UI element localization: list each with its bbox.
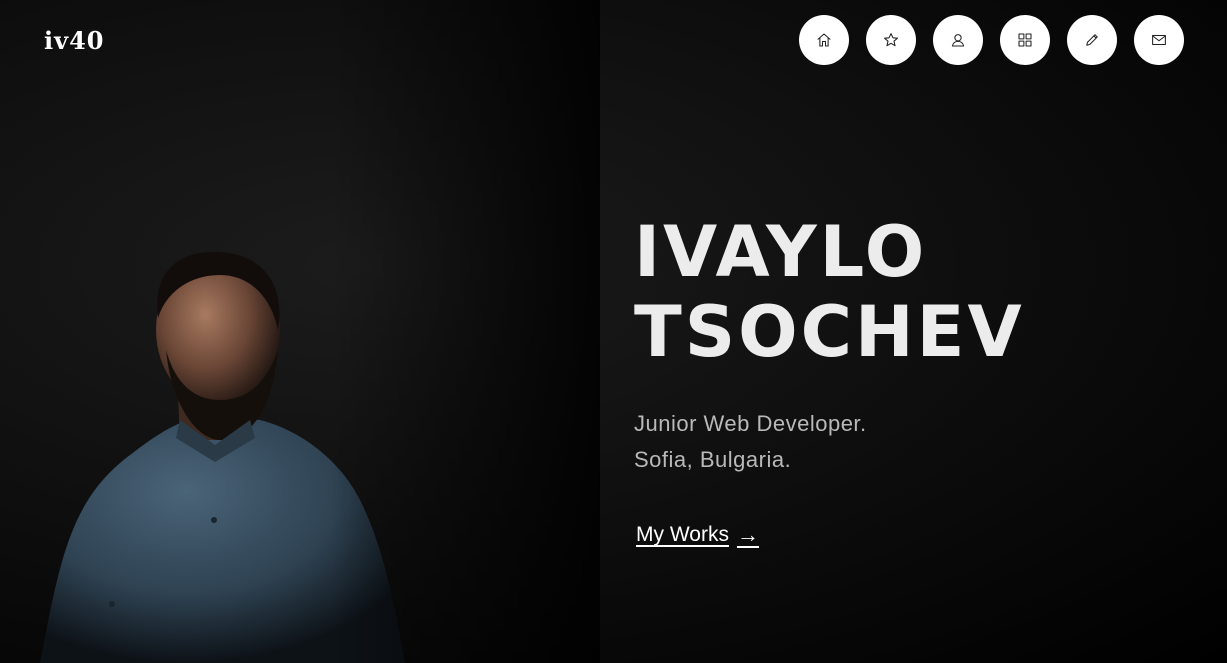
portrait-image [0, 0, 600, 663]
hero-name: IVAYLO TSOCHEV [634, 212, 1194, 372]
hero-location: Sofia, Bulgaria. [634, 447, 792, 472]
user-icon [951, 34, 965, 47]
pencil-icon [1086, 34, 1098, 46]
mail-icon [1152, 34, 1166, 46]
hero-last-name: TSOCHEV [634, 291, 1025, 373]
nav-grid-button[interactable] [1000, 15, 1050, 65]
hero-content: IVAYLO TSOCHEV Junior Web Developer. Sof… [634, 212, 1194, 548]
home-icon [817, 33, 831, 47]
my-works-label: My Works [636, 523, 729, 546]
my-works-link[interactable]: My Works → [636, 522, 759, 548]
nav-star-button[interactable] [866, 15, 916, 65]
hero-first-name: IVAYLO [634, 211, 928, 293]
nav-mail-button[interactable] [1134, 15, 1184, 65]
nav-user-button[interactable] [933, 15, 983, 65]
hero-tagline: Junior Web Developer. Sofia, Bulgaria. [634, 406, 1194, 478]
arrow-right-icon: → [736, 522, 759, 547]
hero-page: iv40 IVAYLO TSOCHEV Junior Web Developer… [0, 0, 1227, 663]
nav-home-button[interactable] [799, 15, 849, 65]
site-logo[interactable]: iv40 [44, 26, 104, 55]
grid-icon [1018, 33, 1032, 47]
top-navigation [799, 15, 1184, 65]
nav-pencil-button[interactable] [1067, 15, 1117, 65]
hero-role: Junior Web Developer. [634, 411, 867, 436]
star-icon [884, 33, 898, 47]
